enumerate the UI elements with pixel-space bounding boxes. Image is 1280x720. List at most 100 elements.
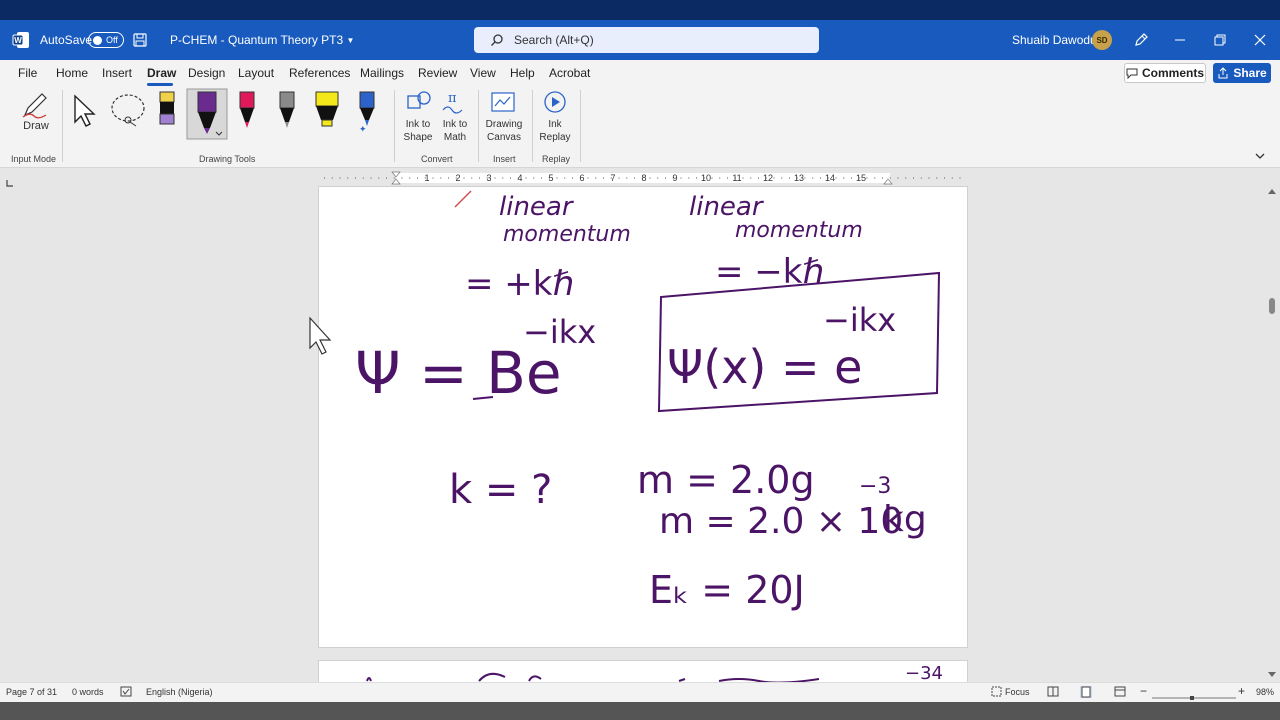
drawing-canvas-button[interactable]: Drawing Canvas: [486, 90, 522, 143]
tab-draw[interactable]: Draw: [147, 66, 176, 80]
ink-k-question: k = ?: [449, 467, 552, 513]
ink-replay-line2: Replay: [539, 132, 571, 143]
ink-to-shape-button[interactable]: Ink to Shape: [402, 90, 434, 143]
document-title[interactable]: P-CHEM - Quantum Theory PT3 ▼: [170, 20, 354, 60]
ink-partial-exponent: −34: [905, 663, 943, 682]
save-icon[interactable]: [132, 20, 148, 60]
zoom-in-button[interactable]: +: [1238, 684, 1245, 698]
pen-icon[interactable]: [1133, 20, 1149, 60]
tab-home[interactable]: Home: [56, 66, 88, 80]
horizontal-ruler[interactable]: 1 2 3 4 5 6 7 8 9 10 11 12 13 14 15: [318, 170, 968, 186]
ruler-number: 1: [424, 173, 429, 183]
ruler-number: 12: [763, 173, 773, 183]
tab-acrobat[interactable]: Acrobat: [549, 66, 590, 80]
mouse-cursor-icon: [306, 316, 336, 363]
search-input[interactable]: Search (Alt+Q): [474, 27, 819, 53]
print-layout-icon[interactable]: [1080, 686, 1092, 700]
comments-label: Comments: [1141, 66, 1204, 80]
ruler-number: 11: [732, 173, 741, 183]
avatar[interactable]: SD: [1092, 30, 1112, 50]
ink-canvas[interactable]: linear momentum = +kℏ linear momentum = …: [319, 187, 969, 649]
draw-pen-icon: [22, 93, 47, 119]
lasso-tool-icon[interactable]: [108, 92, 150, 133]
autosave-toggle[interactable]: Off: [88, 32, 124, 48]
ruler-number: 6: [579, 173, 584, 183]
next-page-ink: −34: [366, 663, 943, 682]
convert-group-label: Convert: [421, 154, 453, 164]
focus-icon[interactable]: [991, 686, 1002, 699]
ink-right-minus-k-hbar: = −kℏ: [715, 252, 824, 292]
title-bar: W AutoSave Off P-CHEM - Quantum Theory P…: [0, 20, 1280, 60]
input-mode-group-label: Input Mode: [11, 154, 57, 164]
pencil-yellow-icon[interactable]: [157, 90, 177, 135]
ink-mass-kg: m = 2.0 × 10: [659, 501, 903, 542]
tab-insert[interactable]: Insert: [102, 66, 132, 80]
page-count[interactable]: Page 7 of 31: [6, 687, 57, 697]
drawing-canvas-icon: [491, 92, 515, 112]
proofing-icon[interactable]: [120, 686, 132, 699]
tab-references[interactable]: References: [289, 66, 350, 80]
ink-replay-label: Ink Replay: [537, 118, 573, 144]
highlighter-yellow-icon[interactable]: [313, 90, 341, 139]
desktop-strip: [0, 0, 1280, 20]
separator: [62, 90, 63, 162]
ink-kinetic-energy: Eₖ = 20J: [649, 568, 805, 612]
next-page-top[interactable]: −34: [318, 660, 968, 682]
document-area[interactable]: 1 2 3 4 5 6 7 8 9 10 11 12 13 14 15 linear momentum = …: [0, 168, 1280, 682]
tab-file[interactable]: File: [18, 66, 37, 80]
web-layout-icon[interactable]: [1114, 686, 1126, 699]
user-name[interactable]: Shuaib Dawodu: [1012, 20, 1097, 60]
pen-gray-icon[interactable]: [277, 90, 297, 139]
tab-view[interactable]: View: [470, 66, 496, 80]
comments-button[interactable]: Comments: [1124, 63, 1206, 83]
zoom-level[interactable]: 98%: [1256, 687, 1274, 697]
svg-text:✦: ✦: [359, 124, 367, 134]
minimize-button[interactable]: [1160, 20, 1200, 60]
ink-to-math-button[interactable]: π Ink to Math: [440, 90, 470, 143]
restore-button[interactable]: [1200, 20, 1240, 60]
tab-layout[interactable]: Layout: [238, 66, 274, 80]
zoom-out-button[interactable]: −: [1140, 684, 1147, 698]
draw-button[interactable]: Draw: [20, 90, 50, 132]
ruler-number: 4: [517, 173, 522, 183]
tab-review[interactable]: Review: [418, 66, 457, 80]
word-count[interactable]: 0 words: [72, 687, 104, 697]
separator: [580, 90, 581, 162]
svg-text:π: π: [448, 91, 457, 106]
ink-replay-icon: [544, 91, 566, 113]
focus-label[interactable]: Focus: [1005, 687, 1030, 697]
doc-title-text: P-CHEM - Quantum Theory PT3: [170, 33, 344, 47]
taskbar-strip: [0, 702, 1280, 720]
tab-design[interactable]: Design: [188, 66, 225, 80]
ruler-strip: 1 2 3 4 5 6 7 8 9 10 11 12 13 14 15: [318, 171, 968, 185]
close-button[interactable]: [1240, 20, 1280, 60]
word-logo-icon: W: [12, 20, 30, 60]
red-ink-stroke: [454, 190, 472, 208]
read-mode-icon[interactable]: [1047, 686, 1059, 699]
zoom-slider[interactable]: [1152, 692, 1236, 704]
select-tool-icon[interactable]: [72, 94, 100, 133]
pen-pink-icon[interactable]: [237, 90, 257, 139]
search-icon: [491, 34, 503, 46]
document-page[interactable]: linear momentum = +kℏ linear momentum = …: [318, 186, 968, 648]
tab-stop-icon[interactable]: [6, 174, 14, 192]
drawing-canvas-line2: Canvas: [487, 132, 521, 143]
replay-group-label: Replay: [542, 154, 571, 164]
ruler-number: 13: [794, 173, 804, 183]
ink-replay-button[interactable]: Ink Replay: [539, 90, 571, 143]
ink-right-momentum: momentum: [735, 218, 863, 243]
collapse-ribbon-icon[interactable]: [1254, 148, 1266, 166]
tab-mailings[interactable]: Mailings: [360, 66, 404, 80]
separator: [478, 90, 479, 162]
language-indicator[interactable]: English (Nigeria): [146, 687, 213, 697]
tab-help[interactable]: Help: [510, 66, 535, 80]
pen-galaxy-blue-icon[interactable]: ✦: [355, 90, 379, 139]
share-button[interactable]: Share: [1213, 63, 1271, 83]
comment-icon: [1126, 68, 1138, 79]
ink-left-linear: linear: [499, 192, 575, 222]
ruler-number: 9: [672, 173, 677, 183]
ink-left-momentum: momentum: [503, 222, 631, 247]
ruler-number: 14: [825, 173, 835, 183]
pen-purple-icon[interactable]: [186, 88, 228, 145]
vertical-scrollbar[interactable]: [1266, 186, 1278, 682]
